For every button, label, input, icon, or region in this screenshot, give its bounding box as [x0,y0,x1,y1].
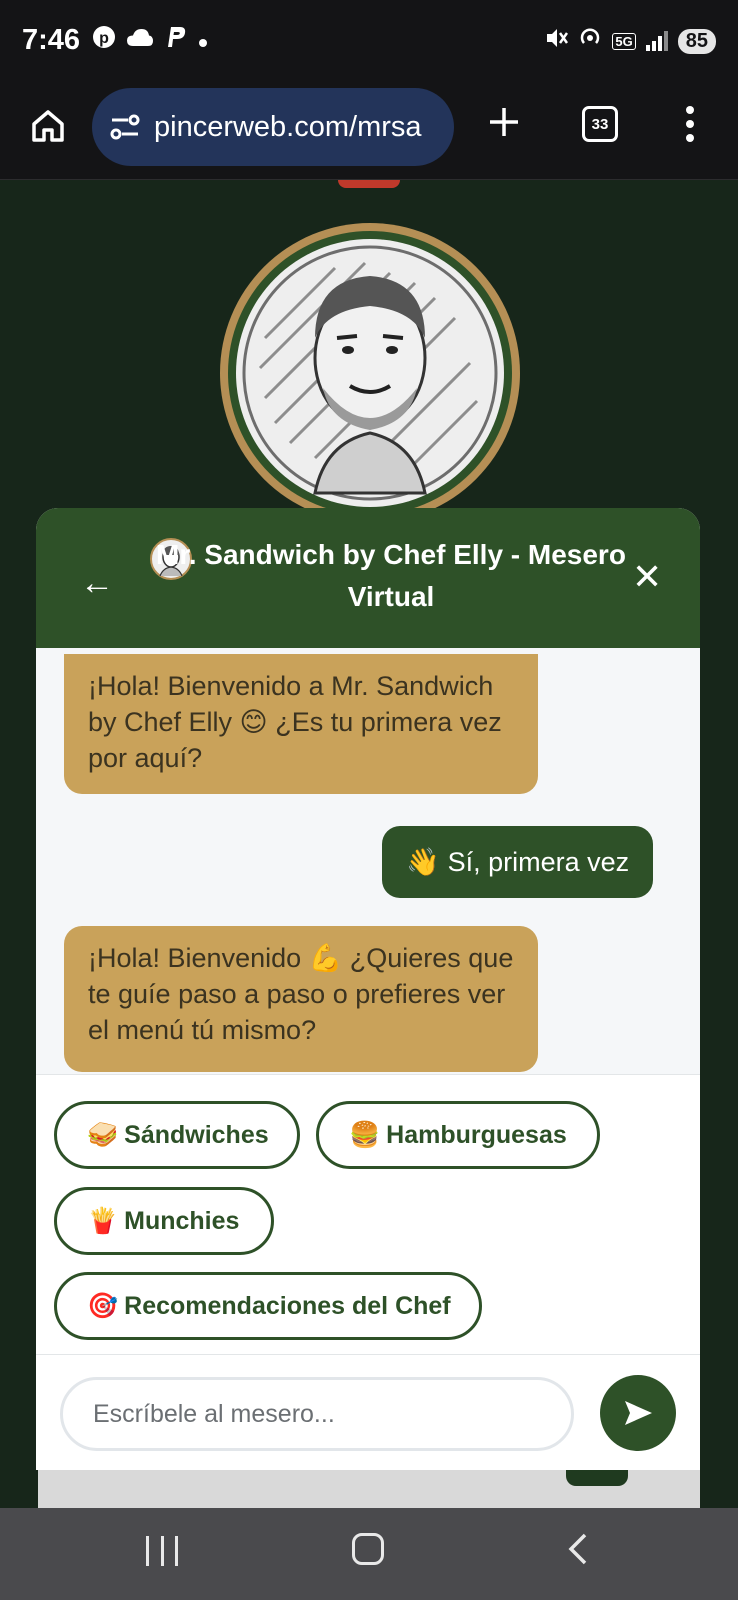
parking-p-icon [164,25,188,56]
home-nav-button[interactable] [352,1533,384,1565]
target-icon: 🎯 [87,1291,119,1320]
status-time: 7:46 [22,24,81,56]
more-menu-button[interactable] [682,106,698,142]
cloud-icon [126,27,154,55]
chat-input-area [36,1354,700,1470]
send-button[interactable] [600,1375,676,1451]
status-bar: 7:46 p 5G 85 [0,0,738,84]
pinterest-icon: p [92,25,116,56]
option-munchies-button[interactable]: 🍟 Munchies [54,1187,274,1255]
chevron-left-icon [568,1533,587,1565]
back-arrow-icon[interactable]: ← [80,564,114,603]
option-recomendaciones-button[interactable]: 🎯 Recomendaciones del Chef [54,1272,482,1340]
option-label: Hamburguesas [386,1120,567,1149]
browser-toolbar: pincerweb.com/mrsa 33 [0,84,738,180]
bot-message: ¡Hola! Bienvenido 💪 ¿Quieres que te guíe… [64,926,538,1072]
url-text: pincerweb.com/mrsa [154,110,422,143]
address-bar[interactable]: pincerweb.com/mrsa [92,88,454,166]
send-icon [625,1401,652,1425]
user-message: 👋 Sí, primera vez [382,826,654,898]
option-label: Recomendaciones del Chef [124,1291,451,1320]
fries-icon: 🍟 [87,1206,119,1235]
waving-hand-icon: 👋 [406,847,440,877]
back-nav-button[interactable] [562,1532,596,1566]
new-tab-button[interactable] [484,102,524,142]
message-list: ¡Hola! Bienvenido a Mr. Sandwich by Chef… [36,648,700,1078]
network-5g-icon: 5G [612,32,636,50]
home-icon [32,110,64,142]
message-input[interactable] [60,1377,574,1451]
home-button[interactable] [28,106,68,146]
tab-switcher-button[interactable]: 33 [582,106,618,142]
signal-icon [645,31,668,51]
option-label: Sándwiches [124,1120,269,1149]
svg-text:p: p [99,30,109,47]
option-hamburguesas-button[interactable]: 🍔 Hamburguesas [316,1101,600,1169]
chef-logo [215,218,525,528]
plus-icon [490,108,518,136]
chat-title: Mr. Sandwich by Chef Elly - Mesero Virtu… [156,539,626,612]
option-sandwiches-button[interactable]: 🥪 Sándwiches [54,1101,300,1169]
battery-level: 85 [677,28,716,54]
quick-reply-options: 🥪 Sándwiches 🍔 Hamburguesas 🍟 Munchies 🎯… [36,1074,700,1354]
option-label: Munchies [124,1206,240,1235]
chat-window: ← Mr. Sandwich by Chef Elly - Mesero Vir… [36,508,700,1470]
bot-message: ¡Hola! Bienvenido a Mr. Sandwich by Chef… [64,654,538,794]
chat-header: ← Mr. Sandwich by Chef Elly - Mesero Vir… [36,508,700,648]
hotspot-icon [578,26,602,56]
burger-icon: 🍔 [349,1120,381,1149]
notification-dot-icon [198,27,208,55]
site-settings-icon[interactable] [108,110,142,144]
sandwich-icon: 🥪 [87,1120,119,1149]
top-red-tab [338,180,400,188]
close-icon[interactable]: ✕ [632,556,662,598]
mute-icon [544,27,569,55]
user-message-text: Sí, primera vez [447,847,630,877]
system-nav-bar [0,1508,738,1600]
recents-button[interactable] [146,1536,178,1566]
